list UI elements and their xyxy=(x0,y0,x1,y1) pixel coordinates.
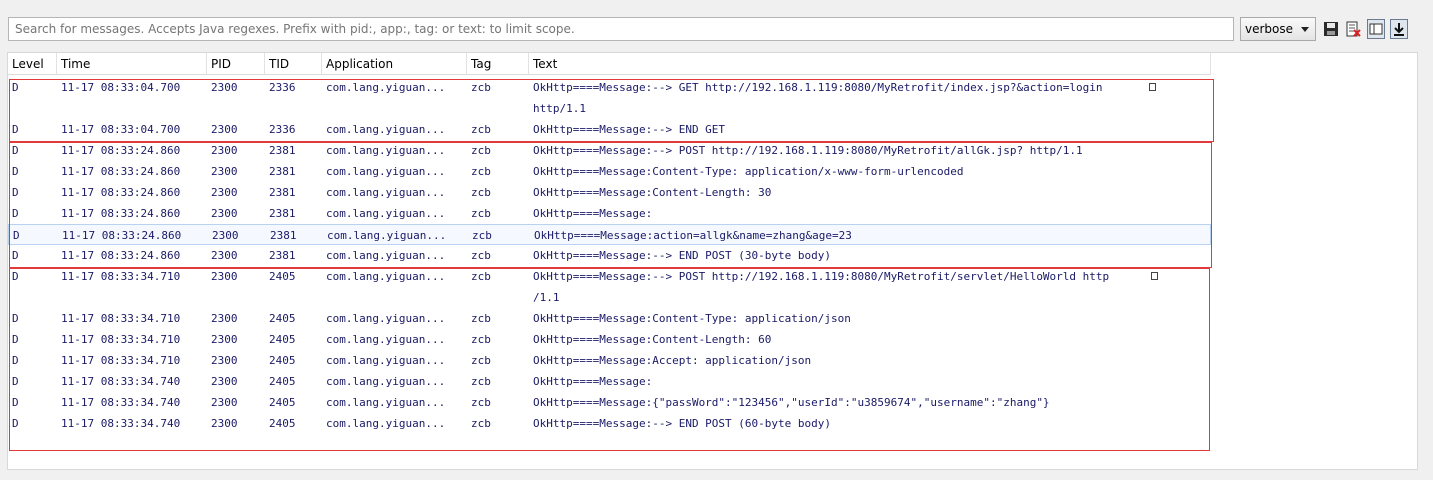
highlight-box-post-json-request xyxy=(9,268,1210,451)
log-level-value: verbose xyxy=(1245,22,1294,36)
save-icon[interactable] xyxy=(1322,19,1340,39)
scroll-lock-icon[interactable] xyxy=(1390,19,1408,39)
log-toolbar: verbose xyxy=(8,15,1418,45)
chevron-down-icon xyxy=(1301,27,1309,32)
column-header-tid[interactable]: TID xyxy=(265,53,322,75)
column-header-application[interactable]: Application xyxy=(322,53,467,75)
column-header-tag[interactable]: Tag xyxy=(467,53,529,75)
table-header: Level Time PID TID Application Tag Text xyxy=(8,53,1211,75)
logcat-table: Level Time PID TID Application Tag Text … xyxy=(7,52,1418,470)
search-input[interactable] xyxy=(8,17,1234,41)
log-level-select[interactable]: verbose xyxy=(1240,17,1316,41)
column-header-text[interactable]: Text xyxy=(529,53,1211,75)
column-header-time[interactable]: Time xyxy=(57,53,207,75)
highlight-box-post-form-request xyxy=(9,142,1212,268)
toggle-view-icon[interactable] xyxy=(1367,19,1385,39)
column-header-level[interactable]: Level xyxy=(8,53,57,75)
highlight-box-get-request xyxy=(9,79,1214,142)
column-header-pid[interactable]: PID xyxy=(207,53,265,75)
clear-log-icon[interactable] xyxy=(1344,19,1362,39)
